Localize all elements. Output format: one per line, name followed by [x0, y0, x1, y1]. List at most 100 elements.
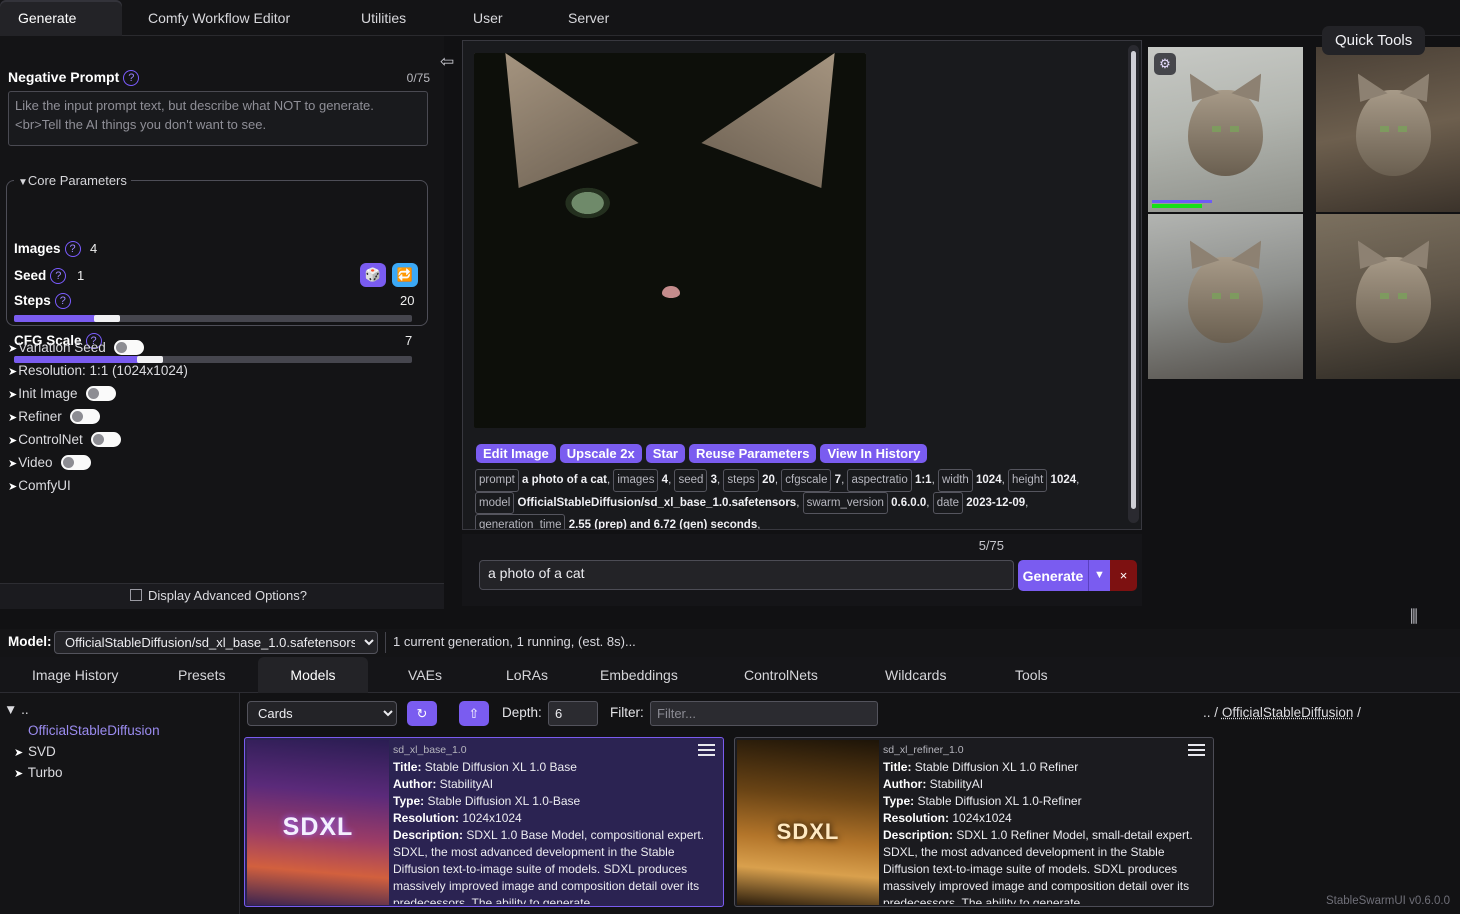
breadcrumb-root[interactable]: ..	[1203, 705, 1211, 720]
refresh-button[interactable]: ↻	[407, 701, 437, 726]
meta-value: 2.55 (prep) and 6.72 (gen) seconds	[569, 519, 758, 530]
model-card-sd-xl-base[interactable]: sd_xl_base_1.0 Title: Stable Diffusion X…	[244, 737, 724, 907]
tab-controlnets[interactable]: ControlNets	[724, 657, 838, 693]
gallery-thumb-4[interactable]	[1316, 214, 1460, 379]
help-icon[interactable]: ?	[123, 70, 139, 86]
tab-models-label: Models	[290, 667, 335, 683]
video-toggle[interactable]	[61, 455, 91, 470]
section-video[interactable]: ➤Video	[8, 455, 428, 478]
tree-item-officialstablediffusion[interactable]: OfficialStableDiffusion	[0, 720, 240, 741]
tab-utilities[interactable]: Utilities	[343, 0, 424, 36]
steps-param-label: Steps?	[14, 293, 71, 309]
upscale-2x-button[interactable]: Upscale 2x	[560, 444, 642, 463]
generation-status: 1 current generation, 1 running, (est. 8…	[393, 634, 636, 649]
random-seed-button[interactable]: 🎲	[360, 263, 386, 287]
images-value[interactable]: 4	[90, 241, 97, 256]
display-advanced-options-checkbox[interactable]: Display Advanced Options?	[130, 588, 307, 603]
tab-comfy-workflow-editor[interactable]: Comfy Workflow Editor	[130, 0, 308, 36]
cancel-generate-button[interactable]: ×	[1110, 560, 1137, 591]
section-comfyui[interactable]: ➤ComfyUI	[8, 478, 428, 501]
bottom-panel-splitter[interactable]: ⫼	[1410, 607, 1430, 629]
generate-button[interactable]: Generate	[1018, 560, 1088, 591]
steps-slider[interactable]	[14, 315, 412, 322]
variation-seed-toggle[interactable]	[114, 340, 144, 355]
meta-key: images	[613, 469, 658, 492]
tab-image-history[interactable]: Image History	[12, 657, 138, 693]
stableswarmui-window: Generate Comfy Workflow Editor Utilities…	[0, 0, 1460, 914]
tree-item-parent[interactable]: ▼ ..	[0, 699, 240, 720]
expand-arrow-icon: ➤	[8, 412, 17, 424]
core-parameters-header[interactable]: ▼Core Parameters	[14, 173, 131, 188]
cat-thumb-render	[1356, 257, 1430, 343]
gallery-thumb-2[interactable]	[1316, 47, 1460, 212]
section-variation-seed[interactable]: ➤Variation Seed	[8, 340, 428, 363]
tab-models[interactable]: Models	[258, 657, 368, 693]
model-author: StabilityAI	[930, 777, 983, 791]
star-button[interactable]: Star	[646, 444, 685, 463]
model-card-body: sd_xl_base_1.0 Title: Stable Diffusion X…	[393, 742, 717, 904]
refiner-toggle[interactable]	[70, 409, 100, 424]
help-icon[interactable]: ?	[55, 293, 71, 309]
meta-key: generation_time	[475, 514, 565, 530]
section-init-image[interactable]: ➤Init Image	[8, 386, 428, 409]
tab-server[interactable]: Server	[550, 0, 627, 36]
meta-key: seed	[674, 469, 707, 492]
seed-value[interactable]: 1	[77, 268, 84, 283]
negative-prompt-input[interactable]	[8, 91, 428, 146]
expand-arrow-icon: ➤	[8, 458, 17, 470]
prompt-input[interactable]	[479, 560, 1014, 590]
model-card-sd-xl-refiner[interactable]: sd_xl_refiner_1.0 Title: Stable Diffusio…	[734, 737, 1214, 907]
controlnet-toggle[interactable]	[91, 432, 121, 447]
meta-value: 0.6.0.0	[891, 497, 926, 509]
tab-embeddings[interactable]: Embeddings	[580, 657, 698, 693]
steps-value[interactable]: 20	[400, 293, 414, 308]
section-refiner[interactable]: ➤Refiner	[8, 409, 428, 432]
quick-tools-button[interactable]: Quick Tools	[1322, 26, 1425, 55]
generate-dropdown-button[interactable]: ▼	[1088, 560, 1110, 591]
image-gallery: ⚙	[1146, 40, 1460, 607]
section-resolution[interactable]: ➤Resolution: 1:1 (1024x1024)	[8, 363, 428, 386]
main-generated-image[interactable]	[474, 53, 866, 428]
up-folder-button[interactable]: ⇧	[459, 701, 489, 726]
tab-vaes[interactable]: VAEs	[388, 657, 462, 693]
left-panel-splitter[interactable]: ⇦	[440, 52, 462, 74]
reuse-parameters-button[interactable]: Reuse Parameters	[689, 444, 816, 463]
image-area-scrollbar[interactable]	[1128, 45, 1139, 523]
depth-input[interactable]	[548, 701, 598, 726]
cat-image-render	[474, 53, 866, 428]
gallery-thumb-3[interactable]	[1148, 214, 1303, 379]
meta-value: 7	[835, 474, 841, 486]
view-in-history-button[interactable]: View In History	[820, 444, 927, 463]
reuse-seed-button[interactable]: 🔁	[392, 263, 418, 287]
gear-icon[interactable]: ⚙	[1154, 53, 1176, 75]
tree-item-turbo[interactable]: ➤ Turbo	[0, 762, 240, 783]
progress-bar-primary	[1152, 200, 1212, 203]
tab-generate[interactable]: Generate	[0, 0, 122, 36]
meta-value: 20	[762, 474, 775, 486]
hamburger-menu-icon[interactable]	[1188, 744, 1205, 759]
init-image-toggle[interactable]	[86, 386, 116, 401]
view-mode-select[interactable]: Cards	[247, 701, 397, 726]
section-controlnet[interactable]: ➤ControlNet	[8, 432, 428, 455]
checkbox-icon[interactable]	[130, 589, 142, 601]
tab-comfy-label: Comfy Workflow Editor	[148, 10, 290, 26]
meta-value: 1024	[976, 474, 1002, 486]
tab-image-history-label: Image History	[32, 667, 118, 683]
tree-item-osd-label: OfficialStableDiffusion	[28, 723, 160, 738]
tab-presets[interactable]: Presets	[158, 657, 245, 693]
breadcrumb-folder[interactable]: OfficialStableDiffusion	[1222, 705, 1354, 720]
edit-image-button[interactable]: Edit Image	[476, 444, 556, 463]
tab-loras[interactable]: LoRAs	[486, 657, 568, 693]
tab-user[interactable]: User	[455, 0, 521, 36]
model-select[interactable]: OfficialStableDiffusion/sd_xl_base_1.0.s…	[54, 631, 378, 654]
help-icon[interactable]: ?	[50, 268, 66, 284]
gallery-thumb-1[interactable]: ⚙	[1148, 47, 1303, 212]
tab-wildcards[interactable]: Wildcards	[865, 657, 966, 693]
help-icon[interactable]: ?	[65, 241, 81, 257]
hamburger-menu-icon[interactable]	[698, 744, 715, 759]
meta-key: cfgscale	[781, 469, 831, 492]
tab-tools[interactable]: Tools	[995, 657, 1068, 693]
meta-key: steps	[723, 469, 759, 492]
filter-input[interactable]	[650, 701, 878, 726]
tree-item-svd[interactable]: ➤ SVD	[0, 741, 240, 762]
